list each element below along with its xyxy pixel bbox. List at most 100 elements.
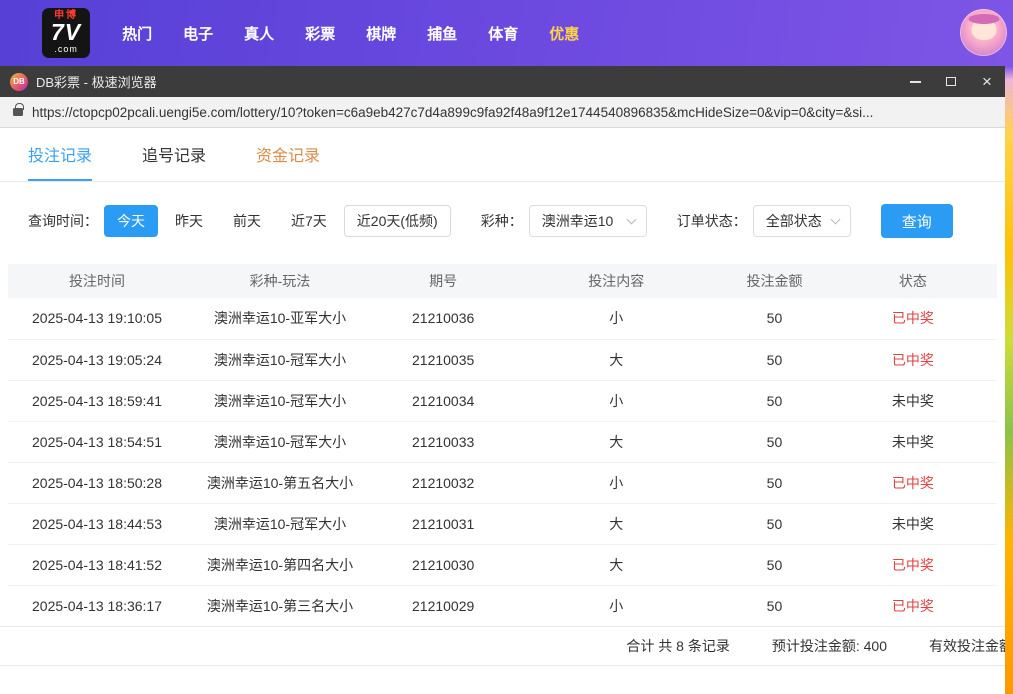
table-head-row: 投注时间彩种-玩法期号投注内容投注金额状态	[8, 264, 997, 298]
column-header: 彩种-玩法	[186, 264, 374, 298]
cell: 2025-04-13 18:59:41	[8, 380, 186, 421]
column-header: 投注时间	[8, 264, 186, 298]
query-button[interactable]: 查询	[881, 204, 953, 238]
cell: 澳洲幸运10-冠军大小	[186, 503, 374, 544]
table-row: 2025-04-13 18:44:53澳洲幸运10-冠军大小21210031大5…	[8, 503, 997, 544]
window-controls: ×	[897, 66, 1005, 97]
nav-item-真人[interactable]: 真人	[244, 23, 274, 44]
column-header: 投注金额	[720, 264, 829, 298]
tab-资金记录[interactable]: 资金记录	[256, 128, 320, 181]
cell: 小	[512, 380, 720, 421]
url-text: https://ctopcp02pcali.uengi5e.com/lotter…	[32, 105, 1005, 120]
time-option-前天[interactable]: 前天	[220, 205, 274, 237]
order-status-select[interactable]: 全部状态	[753, 205, 851, 237]
time-option-近20天(低频)[interactable]: 近20天(低频)	[344, 205, 451, 237]
logo-suffix: .com	[54, 45, 78, 54]
background-page-strip	[1004, 0, 1013, 694]
lottery-select[interactable]: 澳洲幸运10	[529, 205, 647, 237]
nav-item-热门[interactable]: 热门	[122, 23, 152, 44]
cell: 50	[720, 339, 829, 380]
window-title: DB彩票 - 极速浏览器	[36, 72, 157, 91]
column-header: 状态	[829, 264, 997, 298]
status-cell: 未中奖	[829, 503, 997, 544]
cell: 大	[512, 421, 720, 462]
time-options: 今天昨天前天近7天近20天(低频)	[104, 205, 455, 237]
cell: 澳洲幸运10-冠军大小	[186, 421, 374, 462]
cell: 2025-04-13 19:05:24	[8, 339, 186, 380]
cell: 50	[720, 544, 829, 585]
nav-item-优惠[interactable]: 优惠	[549, 23, 579, 44]
cell: 50	[720, 462, 829, 503]
table-row: 2025-04-13 18:36:17澳洲幸运10-第三名大小21210029小…	[8, 585, 997, 626]
cell: 2025-04-13 18:41:52	[8, 544, 186, 585]
time-filter-label: 查询时间：	[28, 211, 98, 231]
user-avatar[interactable]	[960, 9, 1007, 56]
status-cell: 已中奖	[829, 298, 997, 339]
tab-追号记录[interactable]: 追号记录	[142, 128, 206, 181]
browser-favicon-icon: DB	[10, 73, 28, 91]
status-cell: 已中奖	[829, 544, 997, 585]
cell: 澳洲幸运10-第五名大小	[186, 462, 374, 503]
column-header: 期号	[374, 264, 512, 298]
status-cell: 已中奖	[829, 339, 997, 380]
cell: 2025-04-13 18:54:51	[8, 421, 186, 462]
logo-title: 7V	[51, 21, 81, 44]
cell: 澳洲幸运10-冠军大小	[186, 380, 374, 421]
nav-item-体育[interactable]: 体育	[488, 23, 518, 44]
cell: 小	[512, 585, 720, 626]
table-row: 2025-04-13 18:41:52澳洲幸运10-第四名大小21210030大…	[8, 544, 997, 585]
minimize-button[interactable]	[897, 66, 933, 97]
status-cell: 未中奖	[829, 380, 997, 421]
address-bar[interactable]: https://ctopcp02pcali.uengi5e.com/lotter…	[0, 97, 1005, 128]
cell: 21210036	[374, 298, 512, 339]
lottery-select-value: 澳洲幸运10	[542, 211, 614, 231]
cell: 21210029	[374, 585, 512, 626]
cell: 2025-04-13 18:50:28	[8, 462, 186, 503]
filter-bar: 查询时间： 今天昨天前天近7天近20天(低频) 彩种： 澳洲幸运10 订单状态：…	[28, 204, 1005, 238]
tabs: 投注记录追号记录资金记录	[0, 128, 1005, 182]
cell: 50	[720, 380, 829, 421]
table-row: 2025-04-13 18:59:41澳洲幸运10-冠军大小21210034小5…	[8, 380, 997, 421]
maximize-icon	[946, 77, 956, 86]
footer-expected-amount: 预计投注金额: 400	[772, 636, 887, 656]
cell: 21210030	[374, 544, 512, 585]
status-cell: 已中奖	[829, 585, 997, 626]
close-icon: ×	[982, 73, 992, 90]
nav-item-彩票[interactable]: 彩票	[305, 23, 335, 44]
table-row: 2025-04-13 19:05:24澳洲幸运10-冠军大小21210035大5…	[8, 339, 997, 380]
time-option-昨天[interactable]: 昨天	[162, 205, 216, 237]
cell: 澳洲幸运10-冠军大小	[186, 339, 374, 380]
cell: 2025-04-13 18:44:53	[8, 503, 186, 544]
cell: 50	[720, 503, 829, 544]
cell: 21210032	[374, 462, 512, 503]
close-button[interactable]: ×	[969, 66, 1005, 97]
nav-item-捕鱼[interactable]: 捕鱼	[427, 23, 457, 44]
status-cell: 已中奖	[829, 462, 997, 503]
tab-投注记录[interactable]: 投注记录	[28, 128, 92, 181]
table-row: 2025-04-13 18:54:51澳洲幸运10-冠军大小21210033大5…	[8, 421, 997, 462]
page-content: 投注记录追号记录资金记录 查询时间： 今天昨天前天近7天近20天(低频) 彩种：…	[0, 128, 1005, 694]
column-header: 投注内容	[512, 264, 720, 298]
minimize-icon	[910, 81, 921, 83]
cell: 澳洲幸运10-亚军大小	[186, 298, 374, 339]
cell: 2025-04-13 19:10:05	[8, 298, 186, 339]
time-option-近7天[interactable]: 近7天	[278, 205, 340, 237]
nav-item-棋牌[interactable]: 棋牌	[366, 23, 396, 44]
cell: 21210034	[374, 380, 512, 421]
status-cell: 未中奖	[829, 421, 997, 462]
cell: 小	[512, 298, 720, 339]
status-select-value: 全部状态	[766, 211, 822, 231]
lottery-filter-label: 彩种：	[481, 211, 523, 231]
cell: 21210031	[374, 503, 512, 544]
nav-item-电子[interactable]: 电子	[183, 23, 213, 44]
site-logo[interactable]: 申博 7V .com	[42, 8, 90, 58]
lock-icon	[13, 108, 23, 116]
cell: 2025-04-13 18:36:17	[8, 585, 186, 626]
chevron-down-icon	[626, 215, 636, 225]
time-option-今天[interactable]: 今天	[104, 205, 158, 237]
table-footer: 合计 共 8 条记录 预计投注金额: 400 有效投注金额	[0, 626, 1005, 666]
maximize-button[interactable]	[933, 66, 969, 97]
cell: 大	[512, 544, 720, 585]
status-filter-label: 订单状态：	[677, 211, 747, 231]
cell: 澳洲幸运10-第三名大小	[186, 585, 374, 626]
